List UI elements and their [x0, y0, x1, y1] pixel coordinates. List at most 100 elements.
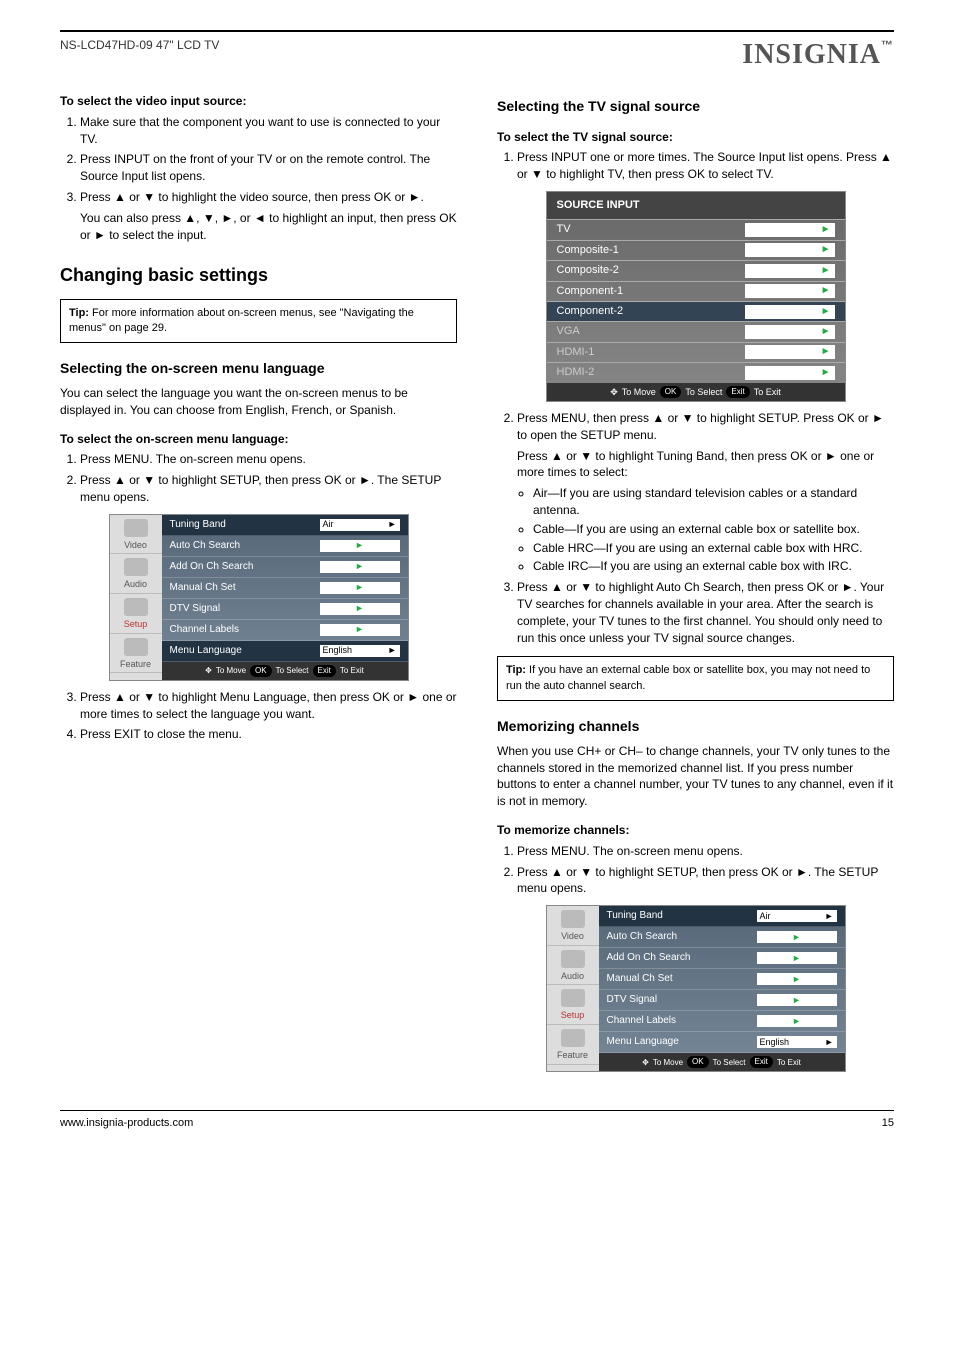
osd-label: Component-2 [557, 304, 745, 319]
brand-name: INSIGNIA [742, 39, 881, 70]
osd-row[interactable]: Manual Ch Set► [162, 578, 408, 599]
osd-value: Air [323, 518, 334, 531]
osd-source-item[interactable]: Component-1► [547, 281, 845, 301]
step-sub: Press ▲ or ▼ to highlight Tuning Band, t… [517, 448, 894, 482]
chevron-right-icon: ► [792, 994, 801, 1007]
osd-row[interactable]: DTV Signal► [599, 990, 845, 1011]
osd-label: Composite-2 [557, 263, 745, 278]
osd-row-tuning-band[interactable]: Tuning BandAir► [162, 515, 408, 536]
dpad-icon: ✥ [610, 386, 618, 399]
step: Press EXIT to close the menu. [80, 726, 457, 743]
nav-label: Feature [557, 1050, 588, 1060]
osd-row[interactable]: Auto Ch Search► [599, 927, 845, 948]
step: Press MENU. The on-screen menu opens. [80, 451, 457, 468]
step: Press ▲ or ▼ to highlight SETUP, then pr… [80, 472, 457, 506]
step: Make sure that the component you want to… [80, 114, 457, 148]
step-text: Press INPUT on the front of your TV or o… [80, 152, 430, 183]
osd-footer: ✥ To Move OK To Select Exit To Exit [162, 662, 408, 680]
ok-pill: OK [660, 386, 682, 398]
chevron-right-icon: ► [825, 1036, 834, 1049]
bullet: Cable—If you are using an external cable… [533, 521, 894, 538]
tip-text: For more information about on-screen men… [69, 307, 414, 334]
osd-value-box: ► [757, 931, 837, 943]
osd-label: HDMI-1 [557, 345, 745, 360]
osd-label: Manual Ch Set [607, 972, 757, 986]
osd-value-box: ► [320, 624, 400, 636]
tip-box: Tip: For more information about on-scree… [60, 299, 457, 344]
step-text: Make sure that the component you want to… [80, 115, 440, 146]
osd-footer: ✥ To Move OK To Select Exit To Exit [599, 1053, 845, 1071]
osd-source-item[interactable]: HDMI-2► [547, 362, 845, 382]
osd-row-menu-language[interactable]: Menu LanguageEnglish► [599, 1032, 845, 1053]
osd-nav-audio[interactable]: Audio [110, 554, 162, 594]
osd-label: TV [557, 222, 745, 237]
osd-source-item[interactable]: TV ► [547, 219, 845, 239]
exit-pill: Exit [726, 386, 749, 398]
feature-icon [561, 1029, 585, 1047]
page-footer: www.insignia-products.com 15 [60, 1110, 894, 1129]
video-icon [124, 519, 148, 537]
chevron-right-icon: ► [821, 284, 831, 298]
osd-label: Add On Ch Search [170, 560, 320, 574]
exit-pill: Exit [313, 665, 336, 677]
osd-source-item[interactable]: HDMI-1 ► [547, 342, 845, 362]
osd-value: Air [760, 910, 771, 923]
osd-box: ► [745, 305, 835, 319]
osd-row[interactable]: Add On Ch Search► [599, 948, 845, 969]
osd-nav-feature[interactable]: Feature [547, 1025, 599, 1065]
columns: To select the video input source: Make s… [60, 81, 894, 1080]
osd-value-box: ► [320, 603, 400, 615]
osd-row[interactable]: Channel Labels► [162, 620, 408, 641]
bullet: Air—If you are using standard television… [533, 485, 894, 519]
osd-nav-video[interactable]: Video [110, 515, 162, 555]
chevron-right-icon: ► [792, 1015, 801, 1028]
osd-box: ► [745, 345, 835, 359]
osd-nav: Video Audio Setup Feature [547, 906, 599, 1071]
osd-row-menu-language[interactable]: Menu LanguageEnglish► [162, 641, 408, 662]
osd-row[interactable]: Channel Labels ► [599, 1011, 845, 1032]
chevron-right-icon: ► [388, 644, 397, 657]
osd-row[interactable]: Add On Ch Search► [162, 557, 408, 578]
osd-nav: Video Audio Setup Feature [110, 515, 162, 680]
header-rule [60, 30, 894, 32]
osd-row-tuning-band[interactable]: Tuning BandAir► [599, 906, 845, 927]
step-text: Press ▲ or ▼ to highlight Menu Language,… [80, 690, 457, 721]
menulang-intro: You can select the language you want the… [60, 385, 457, 419]
footer-url: www.insignia-products.com [60, 1117, 193, 1129]
band-options: Air—If you are using standard television… [533, 485, 894, 575]
chevron-right-icon: ► [821, 223, 831, 237]
osd-nav-feature[interactable]: Feature [110, 634, 162, 674]
osd-nav-video[interactable]: Video [547, 906, 599, 946]
audio-icon [124, 558, 148, 576]
osd-row[interactable]: Manual Ch Set► [599, 969, 845, 990]
osd-nav-setup[interactable]: Setup [110, 594, 162, 634]
step-text: Press MENU. The on-screen menu opens. [80, 452, 306, 466]
osd-label: Channel Labels [607, 1014, 757, 1028]
osd-source-item[interactable]: Composite-1► [547, 240, 845, 260]
nav-label: Video [124, 540, 147, 550]
tip-box: Tip: If you have an external cable box o… [497, 656, 894, 701]
chevron-right-icon: ► [821, 305, 831, 319]
osd-nav-audio[interactable]: Audio [547, 946, 599, 986]
osd-source-item[interactable]: Composite-2► [547, 260, 845, 280]
osd-source-item[interactable]: VGA► [547, 321, 845, 341]
osd-row[interactable]: DTV Signal► [162, 599, 408, 620]
osd-row[interactable]: Auto Ch Search► [162, 536, 408, 557]
osd-nav-setup[interactable]: Setup [547, 985, 599, 1025]
osd-value: English [760, 1036, 790, 1049]
osd-source-item-selected[interactable]: Component-2 ► [547, 301, 845, 321]
setup-icon [124, 598, 148, 616]
chevron-right-icon: ► [821, 345, 831, 359]
osd-value-box: ► [320, 561, 400, 573]
step: Press ▲ or ▼ to highlight SETUP, then pr… [517, 864, 894, 898]
osd-box: ► [745, 284, 835, 298]
step-text: Press MENU. The on-screen menu opens. [517, 844, 743, 858]
video-icon [561, 910, 585, 928]
osd-box: ► [745, 366, 835, 380]
menulang-heading: To select the on-screen menu language: [60, 431, 457, 448]
nav-label: Setup [124, 619, 148, 629]
osd-value-box: ► [320, 540, 400, 552]
osd-value-box: ► [757, 994, 837, 1006]
model-header: NS-LCD47HD-09 47" LCD TV [60, 38, 219, 52]
osd-setup-menu: Video Audio Setup Feature Tuning BandAir… [546, 905, 846, 1072]
